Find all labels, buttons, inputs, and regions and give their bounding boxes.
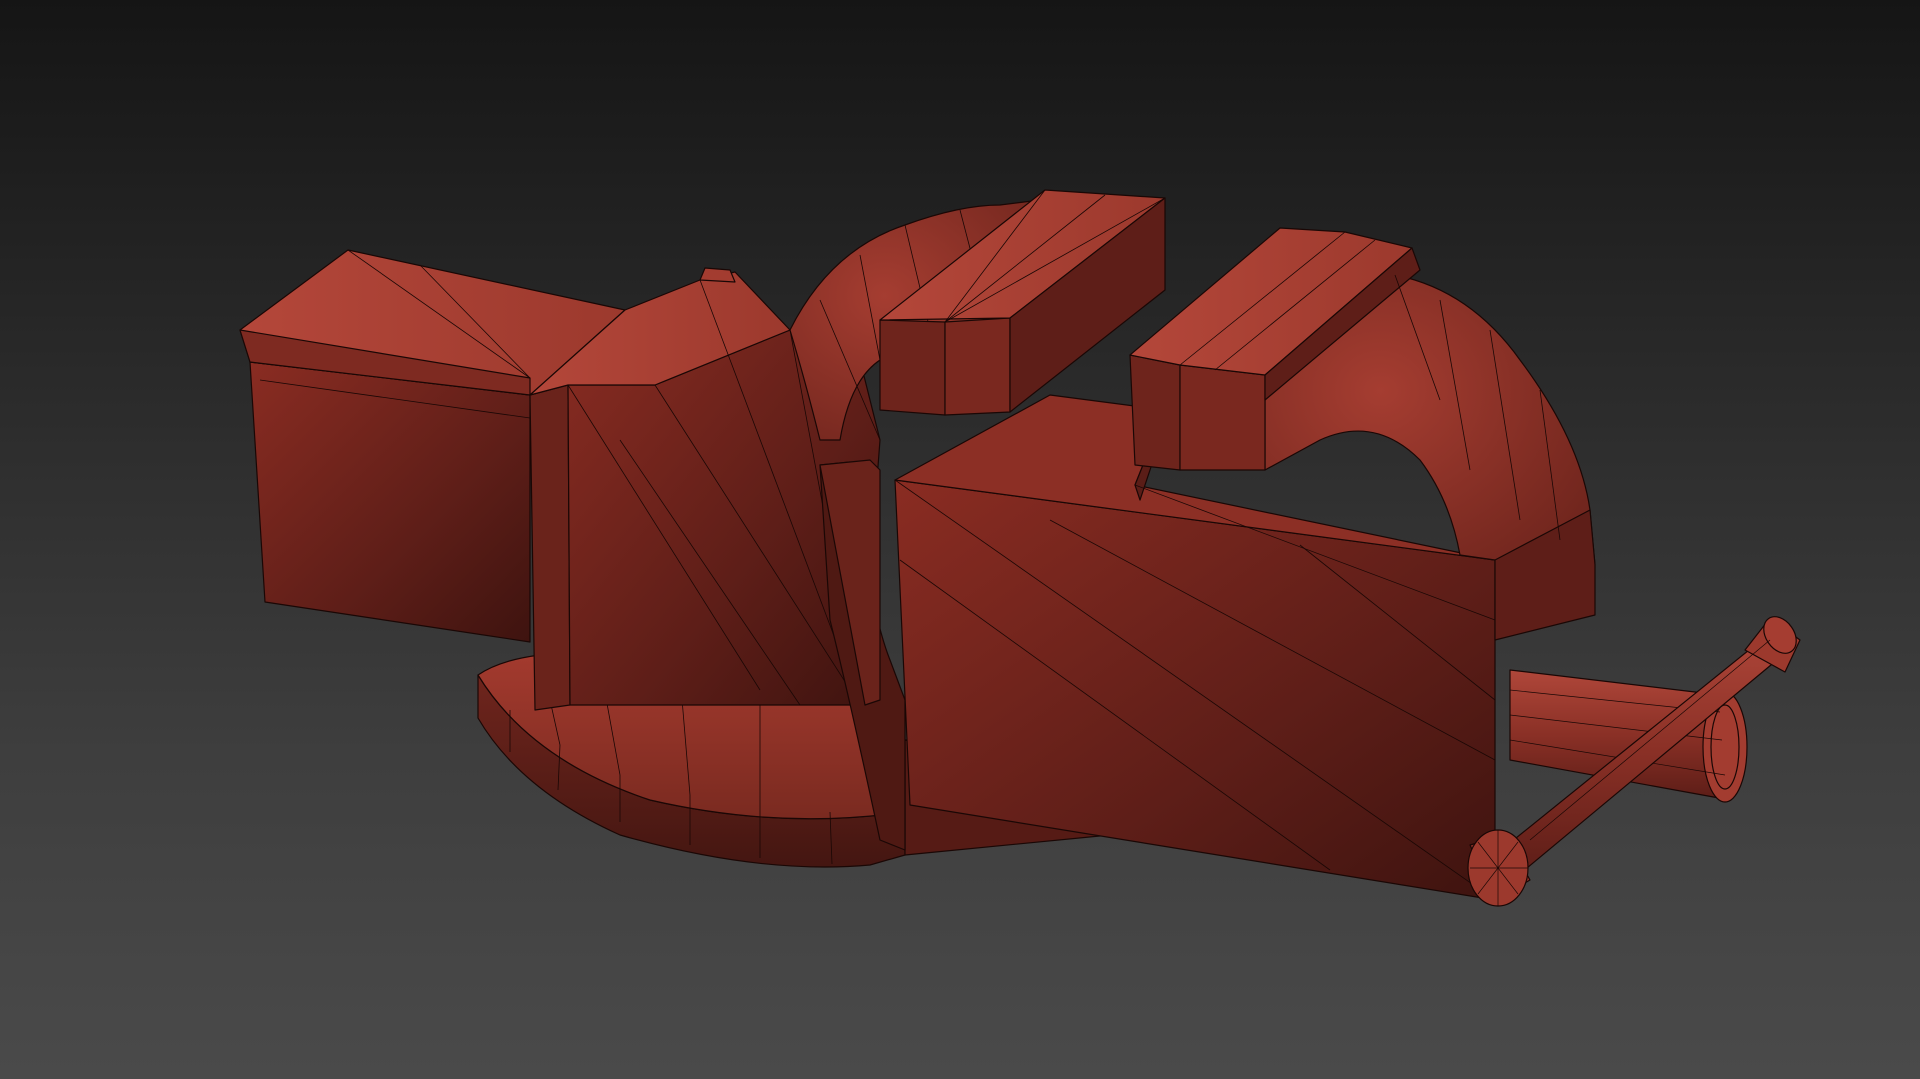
- bench-vise-model: [239, 189, 1801, 907]
- 3d-viewport[interactable]: [0, 0, 1920, 1079]
